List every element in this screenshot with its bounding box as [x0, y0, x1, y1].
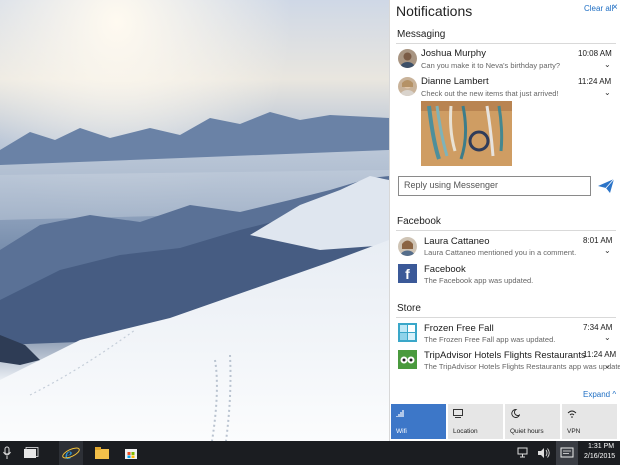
volume-icon[interactable]	[537, 447, 551, 459]
quick-action-label: Wifi	[396, 428, 407, 435]
group-title-messaging: Messaging	[397, 29, 446, 40]
notification-time: 7:34 AM	[583, 323, 613, 332]
taskbar-app-edge[interactable]: e	[59, 441, 83, 465]
quick-action-location[interactable]: Location	[448, 404, 503, 439]
task-view-icon[interactable]	[23, 447, 39, 459]
taskbar: e 1:31 PM 2/16/2015	[0, 441, 620, 465]
notification-message: The TripAdvisor Hotels Flights Restauran…	[424, 362, 620, 371]
action-center-icon	[560, 447, 574, 458]
mountain-landscape	[0, 0, 389, 441]
clear-all-link[interactable]: Clear all	[584, 4, 613, 13]
vpn-icon	[567, 410, 577, 418]
internet-explorer-icon: e	[62, 446, 80, 463]
group-title-store: Store	[397, 303, 421, 314]
notification-sender: Dianne Lambert	[421, 76, 489, 87]
notification-message: Check out the new items that just arrive…	[421, 89, 559, 98]
tripadvisor-icon	[398, 350, 417, 369]
microphone-icon[interactable]	[2, 446, 12, 460]
svg-text:e: e	[65, 446, 72, 463]
avatar	[398, 49, 417, 68]
location-icon	[453, 409, 463, 418]
expand-link[interactable]: Expand ^	[583, 390, 616, 399]
notification-sender: Laura Cattaneo	[424, 236, 490, 247]
clock-time[interactable]: 1:31 PM	[588, 443, 614, 450]
quick-action-label: Quiet hours	[510, 428, 544, 435]
desktop-wallpaper	[0, 0, 389, 441]
product-image[interactable]	[421, 101, 512, 166]
notification-time: 11:24 AM	[578, 77, 612, 86]
avatar	[398, 77, 417, 96]
clock-date[interactable]: 2/16/2015	[584, 453, 615, 460]
network-icon[interactable]	[517, 447, 529, 459]
notification-message: Laura Cattaneo mentioned you in a commen…	[424, 248, 577, 257]
notification-message: The Facebook app was updated.	[424, 276, 534, 285]
store-icon[interactable]	[124, 446, 138, 460]
frozen-free-fall-icon	[398, 323, 417, 342]
quick-action-label: VPN	[567, 428, 581, 435]
quick-action-wifi[interactable]: Wifi	[391, 404, 446, 439]
divider	[396, 230, 616, 231]
notification-time: 11:24 AM	[583, 350, 617, 359]
notification-sender: TripAdvisor Hotels Flights Restaurants	[424, 350, 586, 361]
chevron-down-icon[interactable]: ⌄	[604, 246, 611, 255]
divider	[396, 43, 616, 44]
notification-time: 10:08 AM	[578, 49, 612, 58]
divider	[396, 317, 616, 318]
chevron-down-icon[interactable]: ⌄	[604, 60, 611, 69]
quick-action-quiet-hours[interactable]: Quiet hours	[505, 404, 560, 439]
quick-action-vpn[interactable]: VPN	[562, 404, 617, 439]
file-explorer-icon[interactable]	[94, 446, 110, 460]
avatar	[398, 237, 417, 256]
chevron-down-icon[interactable]: ⌄	[604, 333, 611, 342]
group-title-facebook: Facebook	[397, 216, 441, 227]
chevron-down-icon[interactable]: ⌄	[604, 88, 611, 97]
panel-title: Notifications	[396, 3, 473, 19]
close-icon[interactable]: ×	[612, 2, 618, 13]
moon-icon	[511, 409, 520, 418]
chevron-down-icon[interactable]: ⌄	[604, 361, 611, 370]
facebook-icon: f	[398, 264, 417, 283]
action-center-button[interactable]	[556, 441, 578, 465]
notification-sender: Frozen Free Fall	[424, 323, 494, 334]
notification-sender: Joshua Murphy	[421, 48, 486, 59]
quick-action-label: Location	[453, 428, 478, 435]
notification-message: The Frozen Free Fall app was updated.	[424, 335, 556, 344]
notification-time: 8:01 AM	[583, 236, 613, 245]
action-center-panel: Notifications Clear all × Messaging Josh…	[389, 0, 620, 441]
wifi-icon	[396, 410, 404, 417]
notification-sender: Facebook	[424, 264, 466, 275]
reply-input[interactable]: Reply using Messenger	[398, 176, 591, 196]
send-icon[interactable]	[598, 179, 614, 193]
notification-message: Can you make it to Neva's birthday party…	[421, 61, 560, 70]
